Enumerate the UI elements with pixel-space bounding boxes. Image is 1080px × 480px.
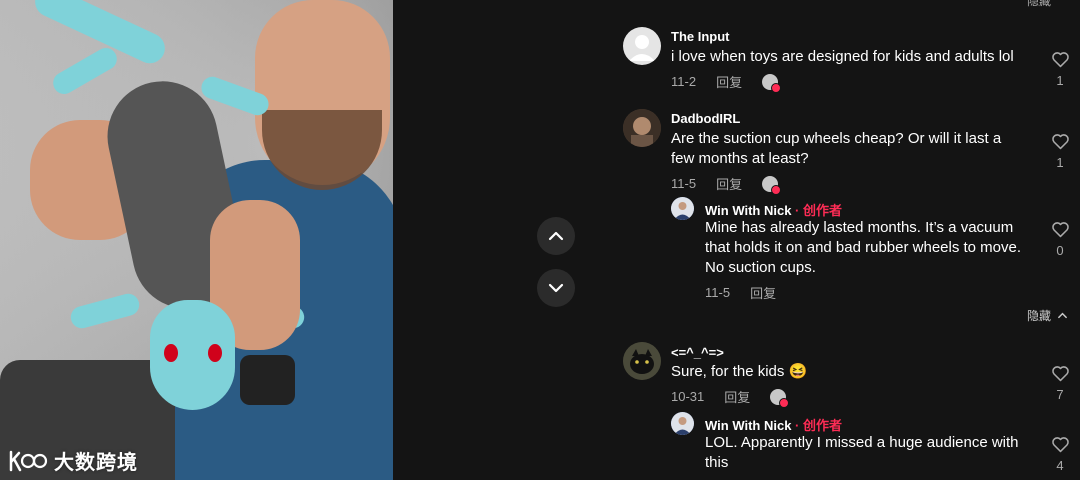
comment-text: Mine has already lasted months. It’s a v… [705, 219, 1022, 276]
watermark: 大数跨境 [8, 446, 138, 475]
like-count: 7 [1056, 387, 1064, 402]
heart-icon [1051, 52, 1069, 68]
creator-badge-sep: · [791, 203, 803, 218]
creator-liked-avatar [762, 175, 782, 195]
comment-date: 11-2 [671, 74, 697, 89]
reply-author-name[interactable]: Win With Nick [705, 418, 791, 433]
heart-icon [1051, 222, 1069, 238]
creator-liked-avatar [762, 73, 782, 93]
like-button[interactable]: 4 [1048, 436, 1072, 473]
reply-button[interactable]: 回复 [750, 283, 776, 302]
heart-icon [1051, 366, 1069, 382]
toy-head [150, 300, 235, 410]
chevron-up-icon [1058, 312, 1067, 319]
comment-text: Sure, for the kids 😆 [671, 363, 808, 380]
comment-meta: 11-2 回复 [671, 72, 782, 93]
comment-username[interactable]: DadbodIRL [671, 111, 740, 126]
reply-button[interactable]: 回复 [724, 387, 750, 406]
creator-badge: 创作者 [803, 418, 843, 433]
reply-button[interactable]: 回复 [716, 72, 742, 91]
like-button[interactable]: 1 [1048, 133, 1072, 170]
comment-text: Are the suction cup wheels cheap? Or wil… [671, 130, 1002, 167]
like-button[interactable]: 1 [1048, 51, 1072, 88]
comment-username[interactable]: Win With Nick · 创作者 [705, 415, 842, 434]
comment-username[interactable]: <=^_^=> [671, 345, 724, 360]
creator-badge-sep: · [791, 418, 803, 433]
watermark-logo-icon [8, 449, 48, 473]
toy-eye [164, 344, 178, 362]
previous-video-button[interactable] [537, 217, 575, 255]
like-count: 1 [1056, 155, 1064, 170]
reply-author-name[interactable]: Win With Nick [705, 203, 791, 218]
watch [240, 355, 295, 405]
hide-label: 隐藏 [1027, 309, 1052, 323]
comment-meta: 10-31 回复 [671, 387, 790, 408]
avatar[interactable] [671, 197, 694, 220]
avatar[interactable] [623, 109, 661, 147]
comment-date: 11-5 [705, 285, 731, 300]
creator-liked-avatar [770, 388, 790, 408]
comment-username[interactable]: Win With Nick · 创作者 [705, 200, 842, 219]
heart-icon [1051, 437, 1069, 453]
next-video-button[interactable] [537, 269, 575, 307]
like-button[interactable]: 0 [1048, 221, 1072, 258]
comment-date: 10-31 [671, 389, 705, 404]
comment-date: 11-5 [671, 176, 697, 191]
chevron-down-icon [548, 283, 564, 293]
avatar[interactable] [623, 27, 661, 65]
comment-text: i love when toys are designed for kids a… [671, 48, 1014, 65]
like-count: 0 [1056, 243, 1064, 258]
comment-meta: 11-5 回复 [705, 283, 776, 302]
video-frame[interactable]: 大数跨境 [0, 0, 393, 480]
creator-badge: 创作者 [803, 203, 843, 218]
heart-icon [1051, 134, 1069, 150]
avatar[interactable] [671, 412, 694, 435]
hide-replies-button[interactable]: 隐藏 [1027, 307, 1068, 324]
like-button[interactable]: 7 [1048, 365, 1072, 402]
hide-replies-button-top[interactable]: 隐藏 [1027, 0, 1051, 9]
chevron-up-icon [548, 231, 564, 241]
toy-eye [208, 344, 222, 362]
comment-username[interactable]: The Input [671, 29, 730, 44]
watermark-text: 大数跨境 [54, 452, 138, 474]
comment-meta: 11-5 回复 [671, 174, 782, 195]
reply-button[interactable]: 回复 [716, 174, 742, 193]
comment-text: LOL. Apparently I missed a huge audience… [705, 434, 1019, 471]
like-count: 4 [1056, 458, 1064, 473]
avatar[interactable] [623, 342, 661, 380]
like-count: 1 [1056, 73, 1064, 88]
